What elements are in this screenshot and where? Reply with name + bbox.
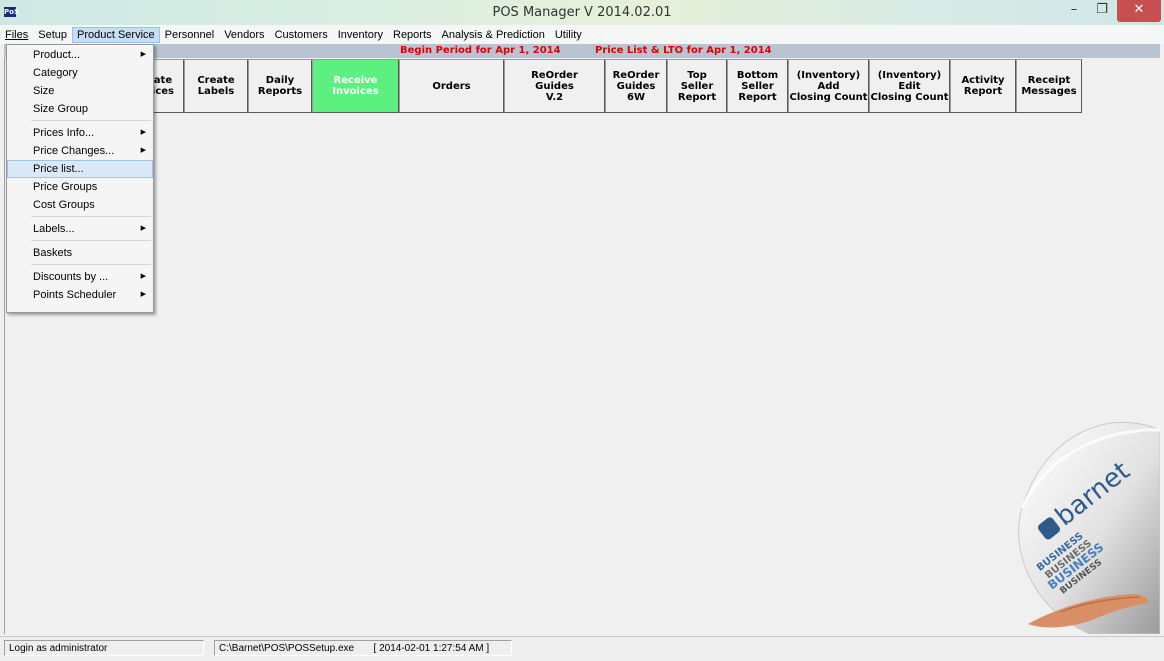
- status-bar: Login as administrator C:\Barnet\POS\POS…: [0, 636, 1164, 661]
- window-title: POS Manager V 2014.02.01: [492, 5, 672, 20]
- menu-item-discounts-by[interactable]: Discounts by ... ▶: [7, 268, 153, 286]
- menu-setup[interactable]: Setup: [33, 27, 72, 43]
- daily-reports-button[interactable]: Daily Reports: [248, 59, 312, 113]
- submenu-arrow-icon: ▶: [140, 273, 146, 280]
- menu-bar: Files Setup Product Service Personnel Ve…: [0, 25, 1164, 44]
- submenu-arrow-icon: ▶: [140, 147, 146, 154]
- toolbar: ate ices Create Labels Daily Reports Rec…: [0, 59, 1164, 115]
- menu-item-labels[interactable]: Labels... ▶: [7, 220, 153, 238]
- receive-invoices-button[interactable]: Receive Invoices: [312, 59, 399, 113]
- submenu-arrow-icon: ▶: [140, 225, 146, 232]
- menu-separator: [31, 264, 151, 265]
- submenu-arrow-icon: ▶: [140, 291, 146, 298]
- menu-item-prices-info[interactable]: Prices Info... ▶: [7, 124, 153, 142]
- menu-separator: [31, 240, 151, 241]
- workspace: [4, 58, 1161, 634]
- menu-item-points-scheduler[interactable]: Points Scheduler ▶: [7, 286, 153, 304]
- inventory-edit-closing-count-button[interactable]: (Inventory) Edit Closing Count: [869, 59, 950, 113]
- login-status: Login as administrator: [4, 640, 204, 656]
- menu-item-price-groups[interactable]: Price Groups: [7, 178, 153, 196]
- menu-item-price-list[interactable]: Price list...: [7, 160, 153, 178]
- barnet-logo: barnet BUSINESS BUSINESS BUSINESS BUSINE…: [1018, 421, 1160, 634]
- menu-separator: [31, 216, 151, 217]
- submenu-arrow-icon: ▶: [140, 51, 146, 58]
- menu-analysis-prediction[interactable]: Analysis & Prediction: [437, 27, 550, 43]
- orders-button[interactable]: Orders: [399, 59, 504, 113]
- menu-item-product[interactable]: Product... ▶: [7, 46, 153, 64]
- inventory-add-closing-count-button[interactable]: (Inventory) Add Closing Count: [788, 59, 869, 113]
- top-seller-report-button[interactable]: Top Seller Report: [667, 59, 727, 113]
- menu-customers[interactable]: Customers: [270, 27, 333, 43]
- menu-vendors[interactable]: Vendors: [219, 27, 269, 43]
- menu-files[interactable]: Files: [0, 27, 33, 43]
- period-info-bar: Begin Period for Apr 1, 2014 Price List …: [4, 44, 1160, 58]
- menu-item-size-group[interactable]: Size Group: [7, 100, 153, 118]
- submenu-arrow-icon: ▶: [140, 129, 146, 136]
- begin-period-text: Begin Period for Apr 1, 2014: [400, 45, 561, 56]
- price-list-period-text: Price List & LTO for Apr 1, 2014: [595, 45, 772, 56]
- menu-inventory[interactable]: Inventory: [333, 27, 388, 43]
- menu-item-cost-groups[interactable]: Cost Groups: [7, 196, 153, 214]
- create-labels-button[interactable]: Create Labels: [184, 59, 248, 113]
- maximize-button[interactable]: ❐: [1088, 0, 1116, 22]
- activity-report-button[interactable]: Activity Report: [950, 59, 1016, 113]
- menu-item-baskets[interactable]: Baskets: [7, 244, 153, 262]
- timestamp-status: [ 2014-02-01 1:27:54 AM ]: [373, 643, 490, 654]
- menu-personnel[interactable]: Personnel: [160, 27, 220, 43]
- close-button[interactable]: ✕: [1117, 0, 1161, 22]
- menu-product-service[interactable]: Product Service: [71, 26, 160, 43]
- bottom-seller-report-button[interactable]: Bottom Seller Report: [727, 59, 788, 113]
- menu-item-size[interactable]: Size: [7, 82, 153, 100]
- menu-utility[interactable]: Utility: [550, 27, 587, 43]
- title-bar[interactable]: PoS POS Manager V 2014.02.01 – ❐ ✕: [0, 0, 1164, 25]
- reorder-guides-6w-button[interactable]: ReOrder Guides 6W: [605, 59, 667, 113]
- reorder-guides-v2-button[interactable]: ReOrder Guides V.2: [504, 59, 605, 113]
- product-service-dropdown: Product... ▶ Category Size Size Group Pri…: [6, 44, 154, 313]
- menu-separator: [31, 120, 151, 121]
- receipt-messages-button[interactable]: Receipt Messages: [1016, 59, 1082, 113]
- menu-item-category[interactable]: Category: [7, 64, 153, 82]
- minimize-button[interactable]: –: [1060, 0, 1088, 22]
- menu-reports[interactable]: Reports: [388, 27, 437, 43]
- exe-path-status: C:\Barnet\POS\POSSetup.exe [ 2014-02-01 …: [214, 640, 512, 656]
- menu-item-price-changes[interactable]: Price Changes... ▶: [7, 142, 153, 160]
